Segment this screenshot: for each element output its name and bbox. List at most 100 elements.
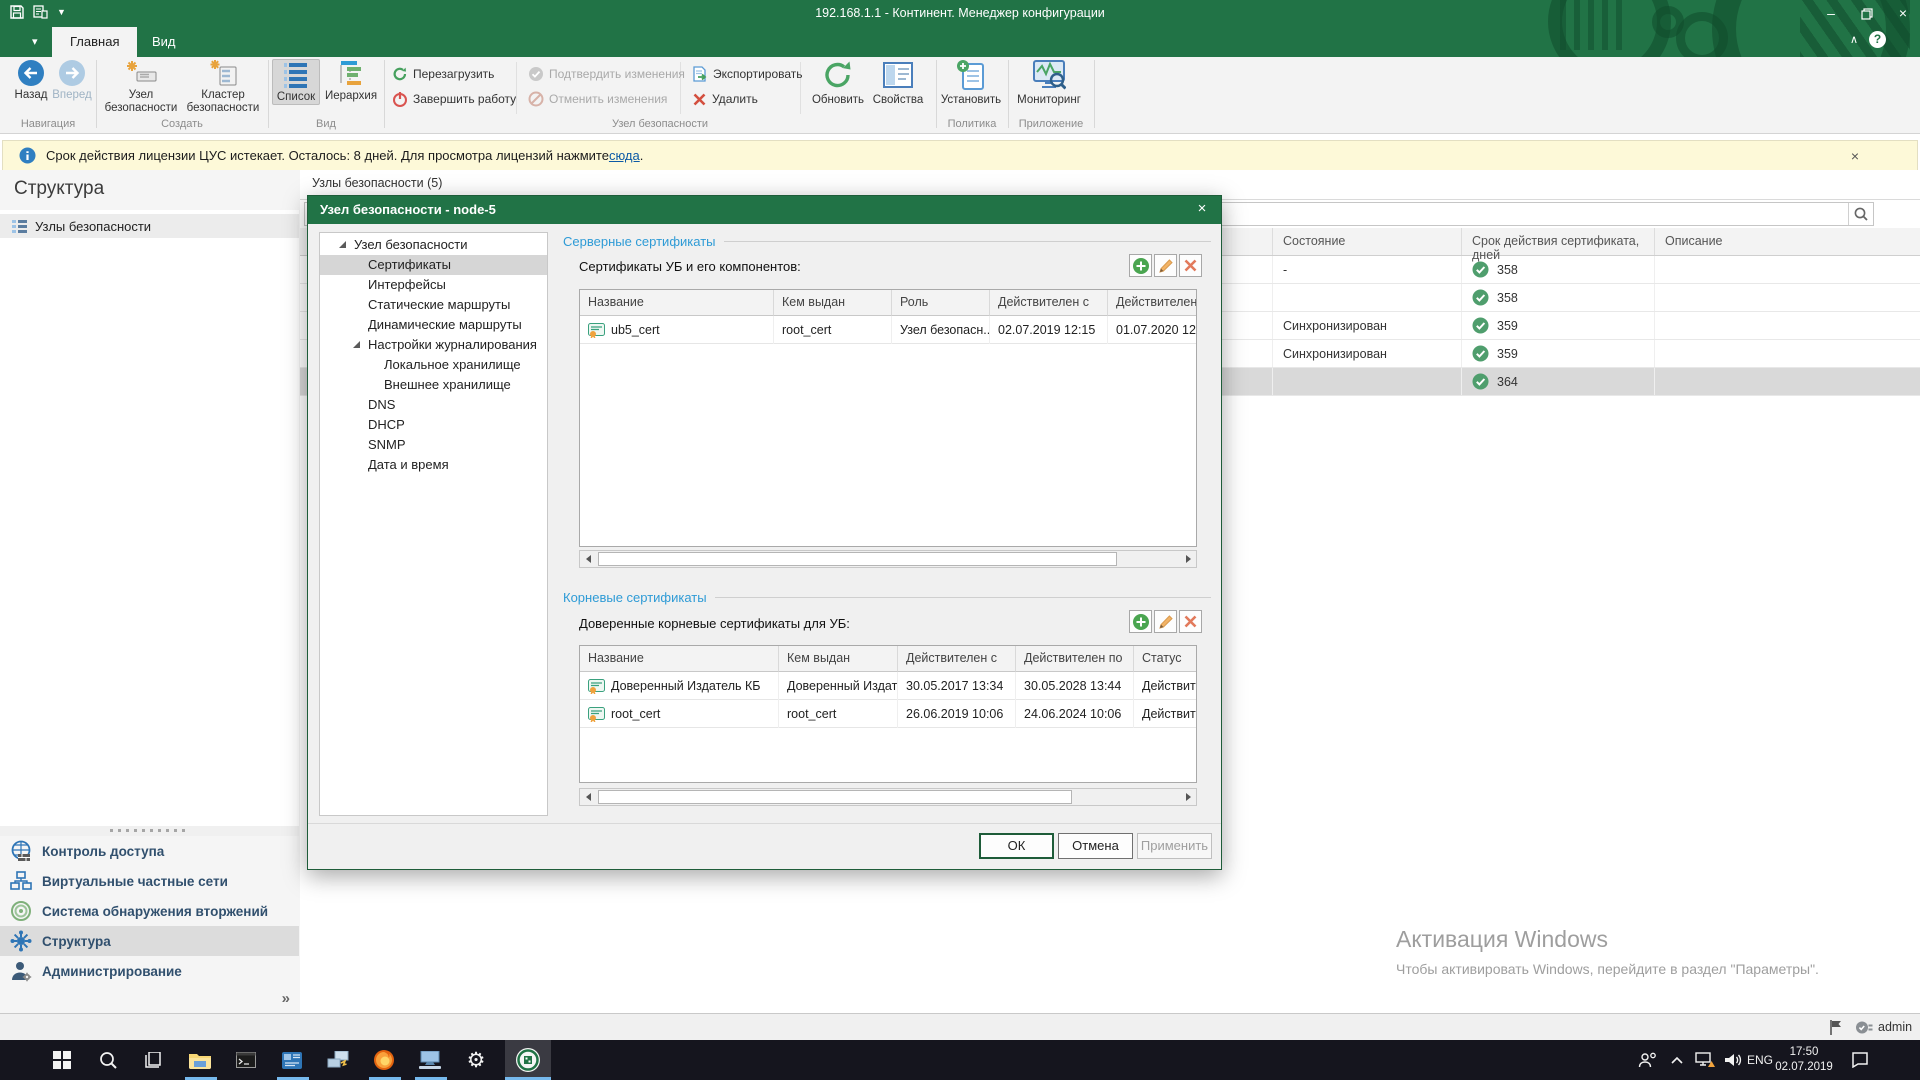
cert-table-row[interactable]: Доверенный Издатель КБ Доверенный Издат.… — [580, 672, 1196, 700]
col-header-issuer[interactable]: Кем выдан — [779, 646, 898, 672]
restore-button[interactable] — [1850, 0, 1884, 27]
refresh-button[interactable]: Обновить — [810, 59, 866, 107]
confirm-changes-button[interactable]: Подтвердить изменения — [528, 63, 685, 85]
add-root-cert-button[interactable] — [1129, 610, 1152, 633]
qat-dropdown-icon[interactable]: ▼ — [57, 7, 66, 17]
edit-cert-button[interactable] — [1154, 254, 1177, 277]
sidebar-item-vpn[interactable]: Виртуальные частные сети — [0, 866, 299, 896]
scrollbar-thumb[interactable] — [598, 552, 1117, 566]
scroll-left-icon[interactable] — [586, 555, 591, 563]
sidebar-collapse-chevron[interactable]: » — [282, 990, 290, 1007]
scrollbar-thumb[interactable] — [598, 790, 1072, 804]
minimize-button[interactable]: – — [1814, 0, 1848, 27]
dialog-tree-item[interactable]: Динамические маршруты — [320, 315, 548, 335]
col-header-name[interactable]: Название — [580, 290, 774, 316]
properties-button[interactable]: Свойства — [868, 59, 928, 107]
dialog-tree-item[interactable]: Внешнее хранилище — [320, 375, 548, 395]
column-header-state[interactable]: Состояние — [1273, 228, 1462, 255]
cert-table-row[interactable]: ub5_cert root_cert Узел безопасн... 02.0… — [580, 316, 1196, 344]
col-header-valid-to[interactable]: Действителен по — [1108, 290, 1197, 316]
apply-button[interactable]: Применить — [1137, 833, 1212, 859]
sidebar-item-administration[interactable]: Администрирование — [0, 956, 299, 986]
dialog-close-icon[interactable]: × — [1183, 196, 1221, 224]
dialog-tree-item[interactable]: Узел безопасности — [320, 235, 548, 255]
dialog-tree-item[interactable]: Дата и время — [320, 455, 548, 475]
col-header-valid-from[interactable]: Действителен с — [898, 646, 1016, 672]
column-header-description[interactable]: Описание — [1655, 228, 1920, 255]
cell-status: Действителен — [1142, 679, 1197, 693]
tab-vid[interactable]: Вид — [134, 27, 194, 57]
file-menu-button[interactable]: ▾ — [14, 27, 56, 57]
shutdown-button[interactable]: Завершить работу — [392, 88, 516, 110]
taskbar-search-icon[interactable] — [88, 1040, 128, 1080]
dialog-tree-item-selected[interactable]: Сертификаты — [320, 255, 548, 275]
dialog-tree-item[interactable]: Интерфейсы — [320, 275, 548, 295]
delete-root-cert-button[interactable] — [1179, 610, 1202, 633]
sidebar-item-access-control[interactable]: Контроль доступа — [0, 836, 299, 866]
dialog-tree-item[interactable]: Настройки журналирования — [320, 335, 548, 355]
col-header-role[interactable]: Роль — [892, 290, 990, 316]
scroll-left-icon[interactable] — [586, 793, 591, 801]
scroll-right-icon[interactable] — [1186, 555, 1191, 563]
sidebar-splitter[interactable] — [0, 826, 299, 836]
collapse-ribbon-icon[interactable]: ∧ — [1850, 33, 1858, 46]
col-header-name[interactable]: Название — [580, 646, 779, 672]
workstation-icon[interactable] — [410, 1040, 450, 1080]
reload-button[interactable]: Перезагрузить — [392, 63, 494, 85]
column-header-cert-days[interactable]: Срок действия сертификата, дней — [1462, 228, 1655, 255]
start-button[interactable] — [42, 1040, 82, 1080]
close-button[interactable]: × — [1886, 0, 1920, 27]
notification-close-icon[interactable]: × — [1851, 148, 1859, 164]
help-icon[interactable]: ? — [1869, 31, 1886, 48]
management-console-icon[interactable] — [272, 1040, 312, 1080]
action-center-icon[interactable] — [1840, 1040, 1880, 1080]
revert-changes-button[interactable]: Отменить изменения — [528, 88, 667, 110]
dialog-tree-item[interactable]: DHCP — [320, 415, 548, 435]
continent-app-icon[interactable] — [508, 1040, 548, 1080]
ok-button[interactable]: ОК — [979, 833, 1054, 859]
hierarchy-view-button[interactable]: Иерархия — [322, 59, 380, 103]
root-certs-hscrollbar[interactable] — [579, 788, 1197, 806]
scroll-right-icon[interactable] — [1186, 793, 1191, 801]
create-cluster-button[interactable]: Кластер безопасности — [182, 59, 264, 115]
delete-button[interactable]: Удалить — [692, 88, 758, 110]
edit-root-cert-button[interactable] — [1154, 610, 1177, 633]
tab-glavnaya[interactable]: Главная — [52, 27, 137, 57]
col-header-valid-from[interactable]: Действителен с — [990, 290, 1108, 316]
search-icon[interactable] — [1848, 203, 1873, 225]
tree-item-security-nodes[interactable]: Узлы безопасности — [0, 214, 299, 238]
list-view-button[interactable]: Список — [272, 59, 320, 105]
cert-table-row[interactable]: root_cert root_cert 26.06.2019 10:06 24.… — [580, 700, 1196, 728]
taskbar-clock[interactable]: 17:50 02.07.2019 — [1772, 1045, 1836, 1075]
remote-desktop-icon[interactable] — [318, 1040, 358, 1080]
task-view-icon[interactable] — [134, 1040, 174, 1080]
create-node-button[interactable]: Узел безопасности — [104, 59, 178, 115]
back-button[interactable]: Назад — [12, 59, 50, 102]
license-link[interactable]: сюда — [609, 148, 640, 163]
add-cert-button[interactable] — [1129, 254, 1152, 277]
firefox-icon[interactable] — [364, 1040, 404, 1080]
paste-config-icon[interactable] — [33, 5, 48, 19]
content-tab-label[interactable]: Узлы безопасности (5) — [312, 176, 442, 190]
install-button[interactable]: Установить — [938, 59, 1004, 107]
dialog-tree-item[interactable]: DNS — [320, 395, 548, 415]
monitoring-button[interactable]: Мониторинг — [1012, 59, 1086, 107]
save-icon[interactable] — [10, 5, 24, 19]
dialog-tree-item[interactable]: SNMP — [320, 435, 548, 455]
col-header-valid-to[interactable]: Действителен по — [1016, 646, 1134, 672]
col-header-status[interactable]: Статус — [1134, 646, 1197, 672]
dialog-tree-item[interactable]: Локальное хранилище — [320, 355, 548, 375]
forward-button[interactable]: Вперед — [52, 59, 92, 102]
file-explorer-icon[interactable] — [180, 1040, 220, 1080]
sidebar-item-structure[interactable]: Структура — [0, 926, 299, 956]
sidebar-item-ids[interactable]: Система обнаружения вторжений — [0, 896, 299, 926]
dialog-tree-item[interactable]: Статические маршруты — [320, 295, 548, 315]
cancel-button[interactable]: Отмена — [1058, 833, 1133, 859]
flag-icon[interactable] — [1828, 1019, 1844, 1036]
delete-cert-button[interactable] — [1179, 254, 1202, 277]
terminal-icon[interactable] — [226, 1040, 266, 1080]
col-header-issuer[interactable]: Кем выдан — [774, 290, 892, 316]
settings-gear-icon[interactable]: ⚙ — [456, 1040, 496, 1080]
server-certs-hscrollbar[interactable] — [579, 550, 1197, 568]
export-button[interactable]: Экспортировать — [692, 63, 803, 85]
